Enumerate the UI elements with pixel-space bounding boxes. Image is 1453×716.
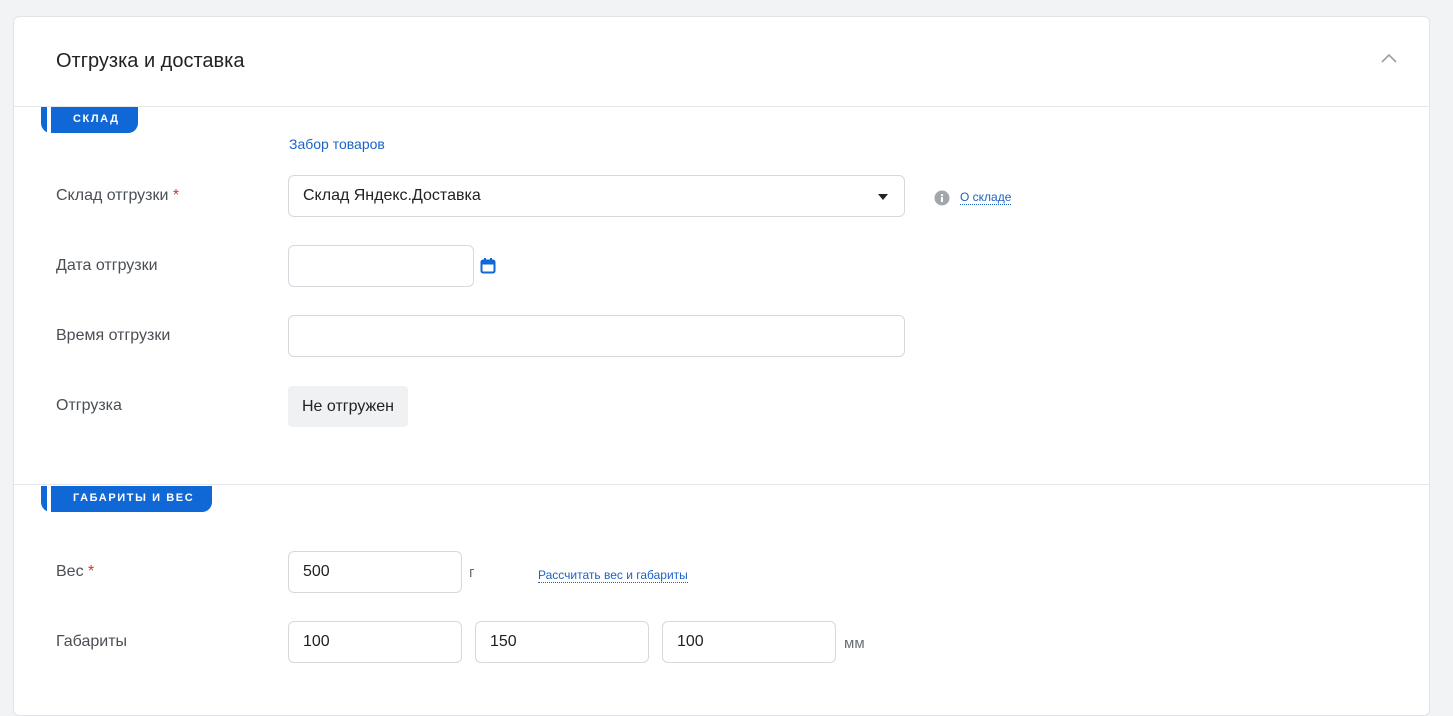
- section-tag-warehouse: СКЛАД: [41, 107, 138, 133]
- warehouse-select[interactable]: Склад Яндекс.Доставка: [288, 175, 905, 217]
- warehouse-select-value: Склад Яндекс.Доставка: [303, 187, 481, 204]
- panel-header[interactable]: Отгрузка и доставка: [14, 17, 1429, 107]
- info-icon: [934, 190, 950, 206]
- dimensions-label: Габариты: [56, 633, 128, 650]
- width-input[interactable]: 150: [475, 621, 649, 663]
- weight-label-text: Вес: [56, 563, 84, 580]
- required-mark: *: [88, 563, 95, 580]
- section-tag-dimensions: ГАБАРИТЫ И ВЕС: [41, 486, 213, 512]
- ship-date-input[interactable]: [288, 245, 474, 287]
- pickup-link[interactable]: Забор товаров: [289, 136, 385, 152]
- caret-down-icon: [878, 194, 888, 200]
- shipment-status-badge: Не отгружен: [288, 386, 408, 427]
- ship-time-label: Время отгрузки: [56, 327, 171, 344]
- calculate-weight-link[interactable]: Рассчитать вес и габариты: [538, 568, 688, 583]
- about-warehouse-link[interactable]: О складе: [960, 190, 1012, 205]
- required-mark: *: [172, 187, 180, 204]
- section-divider: [14, 484, 1429, 485]
- height-input[interactable]: 100: [662, 621, 836, 663]
- weight-input[interactable]: 500: [288, 551, 462, 593]
- weight-unit: г: [469, 564, 475, 581]
- weight-label: Вес *: [56, 563, 94, 581]
- calendar-icon[interactable]: [480, 258, 496, 274]
- length-input[interactable]: 100: [288, 621, 462, 663]
- panel-title: Отгрузка и доставка: [56, 50, 245, 72]
- chevron-up-icon[interactable]: [1379, 51, 1399, 65]
- ship-time-input[interactable]: [288, 315, 905, 357]
- shipment-label: Отгрузка: [56, 397, 122, 414]
- shipping-panel: Отгрузка и доставка СКЛАД Забор товаров …: [13, 16, 1430, 716]
- dimensions-unit: мм: [844, 635, 865, 652]
- ship-date-label: Дата отгрузки: [56, 257, 158, 274]
- warehouse-label-text: Склад отгрузки: [56, 187, 169, 204]
- warehouse-label: Склад отгрузки *: [56, 187, 179, 205]
